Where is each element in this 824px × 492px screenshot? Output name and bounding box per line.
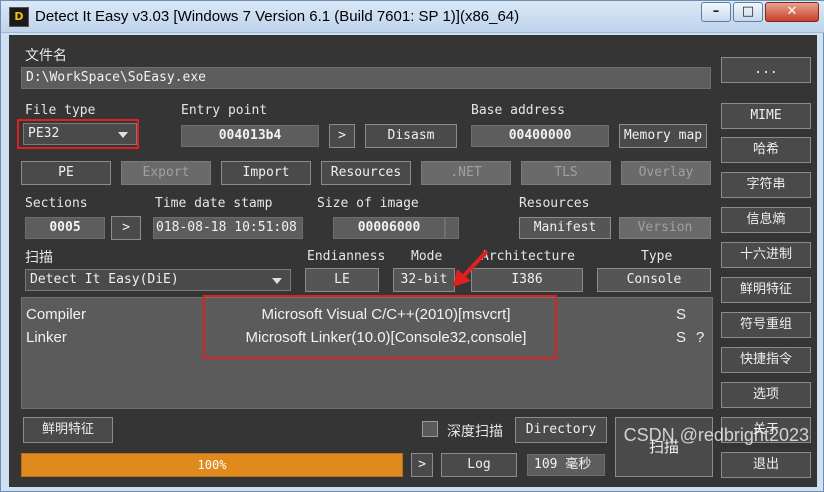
scan-engine-value: Detect It Easy(DiE): [30, 272, 179, 287]
chevron-down-icon: [272, 278, 282, 284]
entry-point-arrow-button[interactable]: >: [329, 124, 355, 148]
shortcuts-button[interactable]: 快捷指令: [721, 347, 811, 373]
exit-button[interactable]: 退出: [721, 452, 811, 478]
timestamp-label: Time date stamp: [155, 196, 273, 211]
size-of-image-field[interactable]: 00006000: [333, 217, 445, 239]
version-button[interactable]: Version: [619, 217, 711, 239]
entropy-button[interactable]: 信息熵: [721, 207, 811, 233]
elapsed-time: 109 毫秒: [527, 454, 605, 476]
result-flag-linker: S: [676, 329, 687, 346]
file-type-highlight: [17, 119, 139, 149]
file-path-field[interactable]: D:\WorkSpace\SoEasy.exe: [21, 67, 711, 89]
app-icon: D: [9, 7, 29, 27]
hex-button[interactable]: 十六进制: [721, 242, 811, 268]
memory-map-button[interactable]: Memory map: [619, 124, 707, 148]
size-of-image-label: Size of image: [317, 196, 419, 211]
progress-text: 100%: [197, 458, 227, 472]
sections-field[interactable]: 0005: [25, 217, 105, 239]
scan-label: 扫描: [25, 250, 53, 266]
hash-button[interactable]: 哈希: [721, 137, 811, 163]
size-of-image-spacer: [445, 217, 459, 239]
close-button[interactable]: ✕: [765, 2, 819, 22]
scan-engine-select[interactable]: Detect It Easy(DiE): [25, 269, 291, 291]
demangle-button[interactable]: 符号重组: [721, 312, 811, 338]
deep-scan-checkbox[interactable]: [422, 421, 438, 437]
mode-label: Mode: [411, 249, 443, 264]
type-field[interactable]: Console: [597, 268, 711, 292]
result-info-linker[interactable]: ?: [696, 329, 704, 346]
result-kind-compiler: Compiler: [26, 306, 87, 323]
result-kind-linker: Linker: [26, 329, 67, 346]
tab-overlay[interactable]: Overlay: [621, 161, 711, 185]
tab-dotnet[interactable]: .NET: [421, 161, 511, 185]
endianness-label: Endianness: [307, 249, 386, 264]
result-highlight: [203, 295, 557, 359]
browse-button[interactable]: ...: [721, 57, 811, 83]
log-button[interactable]: Log: [441, 453, 517, 477]
deep-scan-label: 深度扫描: [447, 424, 503, 440]
timestamp-field[interactable]: 018-08-18 10:51:08: [153, 217, 303, 239]
tab-export[interactable]: Export: [121, 161, 211, 185]
type-label: Type: [641, 249, 673, 264]
tab-import[interactable]: Import: [221, 161, 311, 185]
sections-arrow-button[interactable]: >: [111, 216, 141, 240]
tab-tls[interactable]: TLS: [521, 161, 611, 185]
progress-arrow-button[interactable]: >: [411, 453, 433, 477]
base-address-label: Base address: [471, 103, 565, 118]
maximize-button[interactable]: □: [733, 2, 763, 22]
file-name-label: 文件名: [25, 48, 67, 64]
directory-button[interactable]: Directory: [515, 417, 607, 443]
strings-button[interactable]: 字符串: [721, 172, 811, 198]
entry-point-label: Entry point: [181, 103, 268, 118]
base-address-field[interactable]: 00400000: [471, 125, 609, 147]
red-arrow-icon: [453, 249, 489, 287]
title-bar: D Detect It Easy v3.03 [Windows 7 Versio…: [1, 1, 824, 33]
disasm-button[interactable]: Disasm: [365, 124, 457, 148]
watermark: CSDN @redbright2023: [623, 425, 809, 445]
entry-point-field[interactable]: 004013b4: [181, 125, 319, 147]
tab-resources[interactable]: Resources: [321, 161, 411, 185]
signatures-button[interactable]: 鲜明特征: [23, 417, 113, 443]
scan-progress-bar: 100%: [21, 453, 403, 477]
window-title: Detect It Easy v3.03 [Windows 7 Version …: [35, 8, 520, 25]
main-panel: 文件名 D:\WorkSpace\SoEasy.exe ... File typ…: [9, 35, 817, 487]
result-flag-compiler: S: [676, 306, 687, 323]
signatures-side-button[interactable]: 鲜明特征: [721, 277, 811, 303]
options-button[interactable]: 选项: [721, 382, 811, 408]
mime-button[interactable]: MIME: [721, 103, 811, 129]
endianness-field[interactable]: LE: [305, 268, 379, 292]
tab-pe[interactable]: PE: [21, 161, 111, 185]
architecture-label: Architecture: [481, 249, 575, 264]
minimize-button[interactable]: –: [701, 2, 731, 22]
sections-label: Sections: [25, 196, 88, 211]
resources-label: Resources: [519, 196, 590, 211]
main-window: D Detect It Easy v3.03 [Windows 7 Versio…: [0, 0, 824, 492]
manifest-button[interactable]: Manifest: [519, 217, 611, 239]
mode-field[interactable]: 32-bit: [393, 268, 455, 292]
file-type-label: File type: [25, 103, 96, 118]
